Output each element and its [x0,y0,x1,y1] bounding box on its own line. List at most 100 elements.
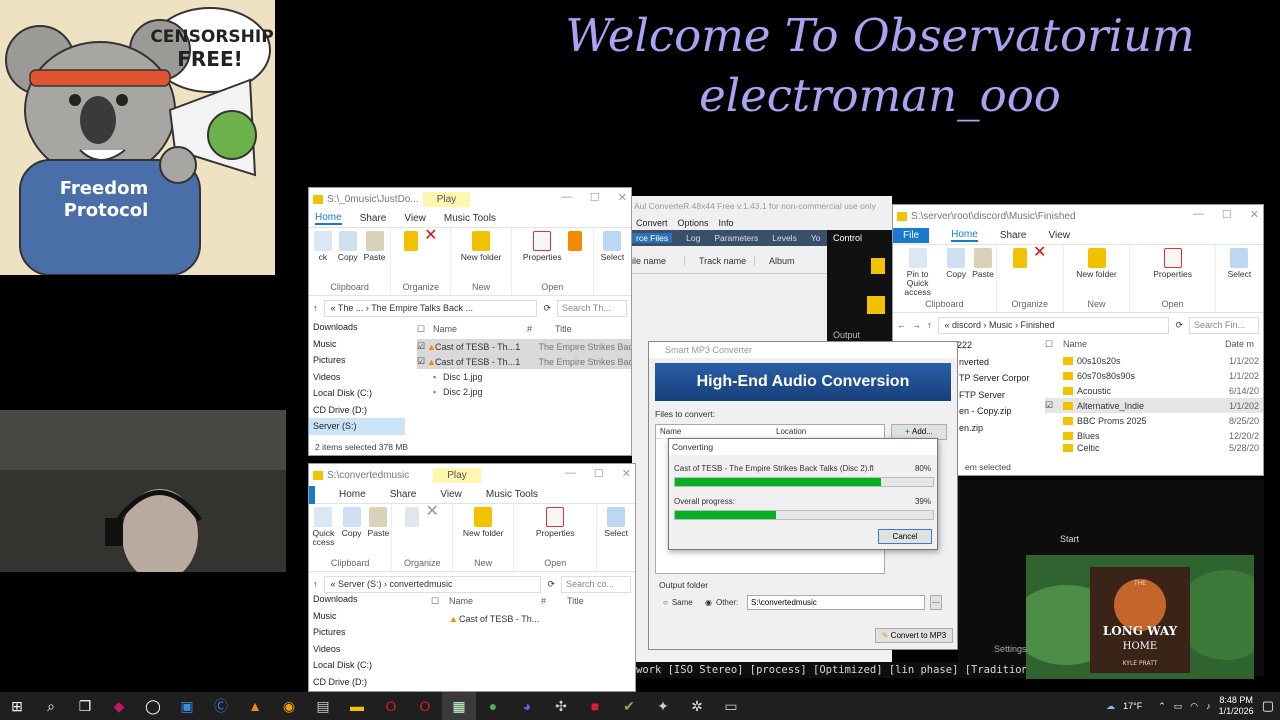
column-number[interactable]: # [527,324,555,334]
aul-menu-info[interactable]: Info [719,218,734,228]
column-title[interactable]: Title [567,596,584,606]
file-row[interactable]: ☑ ▲ Cast of TESB - Th... 1 The Empire St… [417,339,631,354]
radio-other[interactable]: ◉ Other: [705,598,738,607]
copy-button[interactable]: Copy [946,248,966,279]
aul-tab-levels[interactable]: Levels [772,233,797,243]
weather-cloud-icon[interactable]: ☁ [1106,701,1115,712]
move-to-icon[interactable] [1012,248,1027,270]
radio-icon[interactable]: ○ [663,598,668,607]
column-name[interactable]: Name [1063,339,1225,349]
vlc-icon[interactable] [567,231,582,253]
cancel-button[interactable]: Cancel [878,529,932,544]
move-to-icon[interactable] [405,507,420,529]
wifi-icon[interactable]: ◠ [1190,701,1198,712]
nav-item-videos[interactable]: Videos [309,641,417,658]
close-icon[interactable]: ✕ [618,191,627,204]
new-folder-button[interactable]: New folder [1076,248,1117,279]
volume-icon[interactable]: ♪ [1206,701,1211,711]
notification-icon[interactable]: ▢ [1262,698,1274,714]
checked-checkbox-icon[interactable]: ☑ [417,341,427,352]
nav-item-music[interactable]: Music [309,608,417,625]
green-app-icon[interactable]: ✔ [612,692,646,720]
checkbox-icon[interactable]: ☐ [417,324,433,335]
folder-row[interactable]: Blues 12/20/2 [1045,428,1263,443]
search-input[interactable]: Search Th... [557,299,627,317]
address-path[interactable]: « discord › Music › Finished [937,316,1170,334]
tab-share[interactable]: Share [360,213,387,224]
opera-icon[interactable]: O [374,692,408,720]
up-arrow-icon[interactable]: ↑ [313,579,318,589]
folder-row[interactable]: 00s10s20s 1/1/202 [1045,353,1263,368]
tab-share[interactable]: Share [390,489,417,500]
checkbox-icon[interactable]: ☐ [431,596,449,607]
aul-col-album[interactable]: Album [754,255,814,266]
opera-gx-icon[interactable]: ◯ [136,692,170,720]
close-icon[interactable]: ✕ [1250,208,1259,221]
new-folder-button[interactable]: New folder [463,507,504,538]
tab-music-tools[interactable]: Music Tools [486,489,538,500]
checked-checkbox-icon[interactable]: ☑ [1045,400,1063,411]
refresh-icon[interactable]: ⟳ [543,303,551,314]
file-row[interactable]: ▲ Cast of TESB - Th... [431,611,635,626]
tab-home[interactable]: Home [951,229,978,242]
aul-col-track[interactable]: Track name [684,255,754,266]
aul-tab-sources[interactable]: rce Files [632,233,673,243]
new-folder-button[interactable]: New folder [461,231,501,262]
tab-share[interactable]: Share [1000,230,1027,241]
checkbox-icon[interactable]: ☐ [1045,339,1063,350]
aul-col-filename[interactable]: ile name [632,256,684,266]
folder-icon[interactable] [871,258,885,274]
up-arrow-icon[interactable]: ↑ [927,320,932,330]
copy-button[interactable]: Copy [338,231,358,262]
column-number[interactable]: # [541,596,567,606]
nav-item-server[interactable]: Server (S:) [309,418,405,435]
aul-menu-options[interactable]: Options [678,218,709,228]
search-input[interactable]: Search Fin... [1189,316,1259,334]
refresh-icon[interactable]: ⟳ [1175,320,1183,331]
address-path[interactable]: « Server (S:) › convertedmusic [323,575,542,593]
nav-item-pictures[interactable]: Pictures [309,624,417,641]
minimize-icon[interactable]: — [561,191,572,204]
up-arrow-icon[interactable]: ↑ [313,303,318,313]
pin-quick-access-button[interactable]: Pin to Quick access [895,248,940,297]
weather-temp[interactable]: 17°F [1123,701,1142,711]
properties-button[interactable]: Properties [523,231,562,262]
file-row[interactable]: ☑ ▲ Cast of TESB - Th... 1 The Empire St… [417,354,631,369]
aul-menu-convert[interactable]: Convert [636,218,668,228]
aul-tab-log[interactable]: Log [686,233,700,243]
nav-item-downloads[interactable]: Downloads [309,591,417,608]
nav-item-downloads[interactable]: Downloads [309,319,405,336]
maximize-icon[interactable]: ☐ [590,191,600,204]
pin-quick-access-button[interactable]: Quick ccess [311,507,336,547]
nav-item-videos[interactable]: Videos [309,369,405,386]
audio-app-icon[interactable]: ◉ [272,692,306,720]
properties-button[interactable]: Properties [1153,248,1192,279]
red-app-icon[interactable]: ■ [578,692,612,720]
convert-to-mp3-button[interactable]: ✎ Convert to MP3 [875,628,953,643]
tab-view[interactable]: View [440,489,462,500]
nav-item-local-disk[interactable]: Local Disk (C:) [309,657,417,674]
select-button[interactable]: Select [604,507,628,538]
opera-red-icon[interactable]: O [408,692,442,720]
tab-music-tools[interactable]: Music Tools [444,213,496,224]
nav-item-music[interactable]: Music [309,336,405,353]
column-name[interactable]: Name [656,427,776,436]
folder-row[interactable]: ☑ Alternative_Indie 1/1/202 [1045,398,1263,413]
folder-icon[interactable] [867,296,885,314]
maximize-icon[interactable]: ☐ [1222,208,1232,221]
column-date[interactable]: Date m [1225,339,1254,349]
column-location[interactable]: Location [776,427,806,436]
cut-button[interactable]: ck [313,231,332,262]
radio-selected-icon[interactable]: ◉ [705,598,712,607]
move-to-icon[interactable] [403,231,418,253]
search-input[interactable]: Search co... [561,575,631,593]
aul-tab-yo[interactable]: Yo [811,233,821,243]
tools-icon[interactable]: ✦ [646,692,680,720]
close-icon[interactable]: ✕ [622,467,631,480]
select-button[interactable]: Select [1228,248,1251,279]
copy-button[interactable]: Copy [342,507,362,538]
app-icon[interactable]: ◆ [102,692,136,720]
checked-checkbox-icon[interactable]: ☑ [417,356,427,367]
aul-settings-label[interactable]: Settings [994,644,1027,654]
tab-home[interactable]: Home [339,489,366,500]
